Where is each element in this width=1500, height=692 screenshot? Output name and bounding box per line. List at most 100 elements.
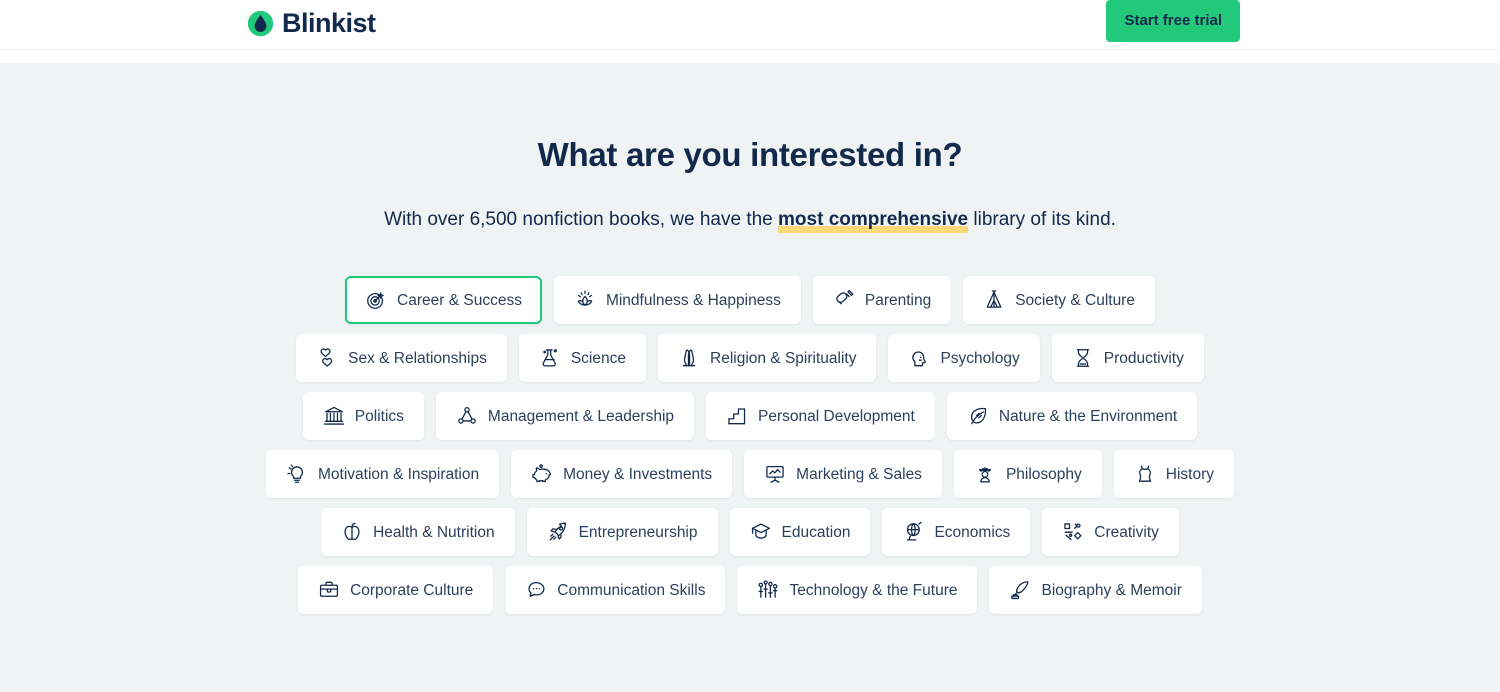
hourglass-icon: [1072, 347, 1094, 369]
category-chip-label: Entrepreneurship: [578, 523, 698, 541]
leaf-icon: [967, 405, 989, 427]
quill-inkwell-icon: [1009, 579, 1031, 601]
amphora-icon: [1134, 463, 1156, 485]
category-chip-label: Management & Leadership: [487, 407, 675, 425]
category-chip-economics[interactable]: Economics: [882, 508, 1031, 557]
presentation-chart-icon: [764, 463, 786, 485]
category-chip-row: Motivation & Inspiration Money & Investme…: [266, 450, 1234, 499]
flask-icon: [539, 347, 561, 369]
category-chip-label: Money & Investments: [563, 465, 713, 483]
category-chip-label: Communication Skills: [557, 581, 706, 599]
stairs-icon: [726, 405, 748, 427]
category-chip-nature-and-the-environment[interactable]: Nature & the Environment: [946, 392, 1198, 441]
category-chip-row: Career & Success Mindfulness & Happiness P…: [345, 276, 1155, 325]
category-chip-technology-and-the-future[interactable]: Technology & the Future: [737, 566, 978, 615]
category-chip-motivation-and-inspiration[interactable]: Motivation & Inspiration: [266, 450, 500, 499]
category-chip-label: Productivity: [1103, 349, 1184, 367]
category-chip-row: Politics Management & Leadership Personal …: [302, 392, 1198, 441]
category-chip-label: History: [1165, 465, 1214, 483]
category-chip-biography-and-memoir[interactable]: Biography & Memoir: [989, 566, 1202, 615]
category-chip-label: Economics: [934, 523, 1011, 541]
category-chip-philosophy[interactable]: Philosophy: [953, 450, 1102, 499]
target-icon: [365, 289, 387, 311]
category-chip-label: Health & Nutrition: [373, 523, 495, 541]
subtitle-highlight: most comprehensive: [778, 208, 969, 233]
abstract-shapes-icon: [1062, 521, 1084, 543]
baby-bottle-icon: [833, 289, 855, 311]
category-chip-label: Personal Development: [758, 407, 915, 425]
category-chip-row: Corporate Culture Communication Skills Tec…: [298, 566, 1202, 615]
category-chip-label: Marketing & Sales: [796, 465, 922, 483]
two-hearts-icon: [316, 347, 338, 369]
main-content: What are you interested in? With over 6,…: [0, 63, 1500, 692]
lotus-icon: [574, 289, 596, 311]
head-profile-icon: [908, 347, 930, 369]
category-chip-label: Parenting: [864, 291, 932, 309]
category-chip-society-and-culture[interactable]: Society & Culture: [963, 276, 1155, 325]
category-chip-row: Sex & Relationships Science Religion & Spi…: [296, 334, 1204, 383]
category-chip-mindfulness-and-happiness[interactable]: Mindfulness & Happiness: [553, 276, 801, 325]
category-chip-history[interactable]: History: [1113, 450, 1234, 499]
category-chip-management-and-leadership[interactable]: Management & Leadership: [435, 392, 695, 441]
category-chip-label: Biography & Memoir: [1041, 581, 1182, 599]
category-chip-label: Education: [781, 523, 851, 541]
category-chip-label: Politics: [354, 407, 404, 425]
category-chip-health-and-nutrition[interactable]: Health & Nutrition: [321, 508, 515, 557]
category-chip-psychology[interactable]: Psychology: [888, 334, 1040, 383]
blinkist-droplet-logo-icon: [247, 10, 274, 37]
category-chip-politics[interactable]: Politics: [302, 392, 424, 441]
header-inner: Blinkist Start free trial: [0, 0, 1500, 50]
rocket-icon: [547, 521, 569, 543]
category-chip-grid: Career & Success Mindfulness & Happiness P…: [0, 276, 1500, 615]
page-title: What are you interested in?: [537, 136, 963, 173]
circuit-icon: [757, 579, 779, 601]
category-chip-education[interactable]: Education: [729, 508, 871, 557]
category-chip-label: Corporate Culture: [350, 581, 474, 599]
site-header: Blinkist Start free trial: [0, 0, 1500, 50]
praying-hands-icon: [678, 347, 700, 369]
category-chip-communication-skills[interactable]: Communication Skills: [505, 566, 726, 615]
category-chip-entrepreneurship[interactable]: Entrepreneurship: [526, 508, 718, 557]
category-chip-personal-development[interactable]: Personal Development: [706, 392, 935, 441]
briefcase-icon: [318, 579, 340, 601]
apple-icon: [341, 521, 363, 543]
category-chip-label: Nature & the Environment: [998, 407, 1178, 425]
category-chip-label: Philosophy: [1005, 465, 1082, 483]
speech-bubble-icon: [525, 579, 547, 601]
category-chip-label: Technology & the Future: [789, 581, 958, 599]
lightbulb-icon: [286, 463, 308, 485]
category-chip-science[interactable]: Science: [518, 334, 646, 383]
header-spacer: [0, 50, 1500, 63]
globe-stand-icon: [902, 521, 924, 543]
graduation-cap-icon: [750, 521, 772, 543]
category-chip-religion-and-spirituality[interactable]: Religion & Spirituality: [658, 334, 877, 383]
piggy-bank-icon: [531, 463, 553, 485]
category-chip-row: Health & Nutrition Entrepreneurship Educat…: [321, 508, 1179, 557]
category-chip-label: Mindfulness & Happiness: [605, 291, 781, 309]
category-chip-label: Religion & Spirituality: [710, 349, 857, 367]
subtitle-text-after: library of its kind.: [968, 208, 1116, 230]
bank-building-icon: [323, 405, 345, 427]
category-chip-label: Science: [570, 349, 626, 367]
category-chip-sex-and-relationships[interactable]: Sex & Relationships: [296, 334, 507, 383]
page-subtitle: With over 6,500 nonfiction books, we hav…: [0, 208, 1500, 233]
teepee-icon: [983, 289, 1005, 311]
category-chip-parenting[interactable]: Parenting: [812, 276, 952, 325]
start-free-trial-button[interactable]: Start free trial: [1106, 0, 1240, 42]
category-chip-productivity[interactable]: Productivity: [1051, 334, 1204, 383]
logo-text: Blinkist: [282, 8, 376, 38]
category-chip-label: Creativity: [1094, 523, 1159, 541]
category-chip-corporate-culture[interactable]: Corporate Culture: [298, 566, 494, 615]
category-chip-creativity[interactable]: Creativity: [1042, 508, 1179, 557]
category-chip-label: Psychology: [940, 349, 1020, 367]
category-chip-marketing-and-sales[interactable]: Marketing & Sales: [744, 450, 942, 499]
network-nodes-icon: [456, 405, 478, 427]
subtitle-text-before: With over 6,500 nonfiction books, we hav…: [384, 208, 779, 230]
category-chip-money-and-investments[interactable]: Money & Investments: [511, 450, 733, 499]
category-chip-label: Career & Success: [397, 291, 522, 309]
category-chip-career-and-success[interactable]: Career & Success: [345, 276, 542, 325]
category-chip-label: Society & Culture: [1015, 291, 1135, 309]
blinkist-logo[interactable]: Blinkist: [247, 2, 376, 46]
category-chip-label: Sex & Relationships: [348, 349, 487, 367]
category-chip-label: Motivation & Inspiration: [318, 465, 480, 483]
